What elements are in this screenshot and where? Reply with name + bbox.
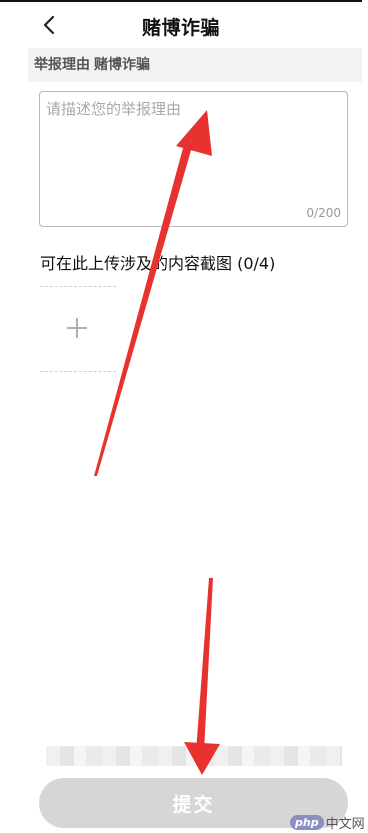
blurred-region: [46, 746, 342, 766]
report-reason-input[interactable]: [46, 98, 336, 198]
watermark: php 中文网: [290, 812, 365, 832]
top-divider: [0, 0, 362, 2]
report-reason-value: 赌博诈骗: [94, 57, 150, 73]
watermark-text: 中文网: [325, 816, 365, 832]
header-bar: 赌博诈骗: [0, 4, 362, 46]
char-counter: 0/200: [306, 206, 341, 220]
report-reason-bar: 举报理由 赌博诈骗: [28, 48, 362, 82]
report-reason-field[interactable]: 0/200: [39, 91, 348, 227]
report-reason-label: 举报理由: [34, 57, 90, 73]
watermark-logo: php: [290, 814, 324, 830]
plus-icon: [67, 318, 87, 338]
upload-label: 可在此上传涉及的内容截图 (0/4): [40, 254, 276, 273]
add-screenshot-button[interactable]: [40, 286, 116, 372]
page-title: 赌博诈骗: [141, 17, 220, 39]
